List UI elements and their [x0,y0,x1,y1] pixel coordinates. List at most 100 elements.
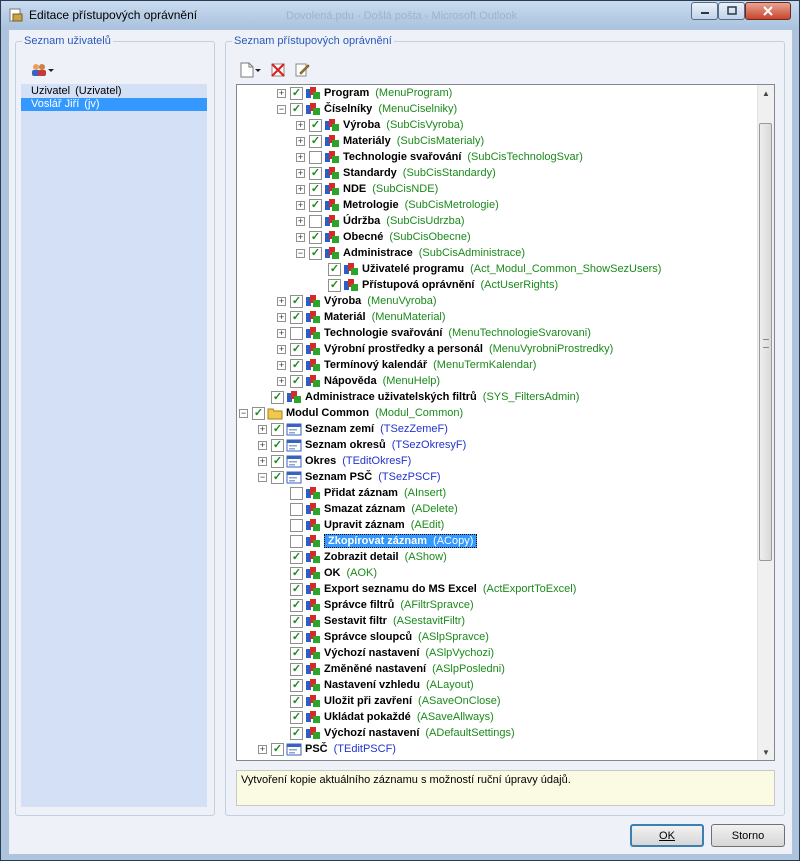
expand-icon[interactable]: + [296,232,305,242]
checkbox-checked[interactable]: ✓ [290,694,303,708]
checkbox-checked[interactable]: ✓ [328,262,341,276]
tree-node[interactable]: + ✓ Výroba (MenuVyroba) [277,293,437,309]
checkbox-checked[interactable]: ✓ [328,278,341,292]
checkbox-unchecked[interactable] [290,486,303,500]
checkbox-checked[interactable]: ✓ [309,230,322,244]
tree-node[interactable]: + Technologie svařování (SubCisTechnologSv… [296,149,583,165]
user-row[interactable]: Uzivatel (Uzivatel) [21,85,207,98]
tree-node[interactable]: + ✓ Seznam zemí (TSezZemeF) [258,421,448,437]
users-list[interactable]: Uzivatel (Uzivatel) Voslář Jiří (jv) [21,84,207,807]
expand-icon[interactable]: + [296,152,305,162]
expand-icon[interactable]: + [258,744,267,754]
tree-node[interactable]: + ✓ Výroba (SubCisVyroba) [296,117,464,133]
expand-icon[interactable]: + [277,376,286,386]
scroll-thumb[interactable] [759,123,772,561]
expand-icon[interactable]: + [277,88,286,98]
new-permission-button[interactable] [240,61,262,79]
checkbox-checked[interactable]: ✓ [290,294,303,308]
tree-node[interactable]: ✓ Změněné nastavení (ASlpPosledni) [277,661,505,677]
expand-icon[interactable]: + [277,360,286,370]
expand-icon[interactable]: + [277,312,286,322]
close-button[interactable] [745,2,791,20]
tree-node[interactable]: Upravit záznam (AEdit) [277,517,444,533]
tree-node[interactable]: + ✓ PSČ (TEditPSCF) [258,741,396,757]
tree-node[interactable]: Přidat záznam (AInsert) [277,485,446,501]
checkbox-checked[interactable]: ✓ [290,582,303,596]
checkbox-checked[interactable]: ✓ [290,662,303,676]
collapse-icon[interactable]: − [277,104,286,114]
tree-node[interactable]: Smazat záznam (ADelete) [277,501,458,517]
checkbox-checked[interactable]: ✓ [290,598,303,612]
tree-node[interactable]: + ✓ Obecné (SubCisObecne) [296,229,471,245]
expand-icon[interactable]: + [277,296,286,306]
checkbox-checked[interactable]: ✓ [290,86,303,100]
collapse-icon[interactable]: − [239,408,248,418]
tree-node[interactable]: ✓ Výchozí nastavení (ADefaultSettings) [277,725,515,741]
tree-node[interactable]: ✓ Správce sloupců (ASlpSpravce) [277,629,489,645]
tree-scrollbar[interactable]: ▲ ▼ [757,85,774,760]
checkbox-checked[interactable]: ✓ [309,118,322,132]
checkbox-checked[interactable]: ✓ [290,566,303,580]
tree-node[interactable]: ✓ Správce filtrů (AFiltrSpravce) [277,597,474,613]
expand-icon[interactable]: + [296,168,305,178]
checkbox-checked[interactable]: ✓ [290,102,303,116]
tree-node[interactable]: + ✓ Standardy (SubCisStandardy) [296,165,496,181]
tree-node[interactable]: + ✓ Okres (TEditOkresF) [258,453,411,469]
user-menu-button[interactable] [31,61,55,79]
scroll-down-arrow-icon[interactable]: ▼ [758,744,774,760]
tree-node[interactable]: + ✓ Materiál (MenuMaterial) [277,309,446,325]
checkbox-checked[interactable]: ✓ [290,342,303,356]
checkbox-unchecked[interactable] [290,518,303,532]
checkbox-unchecked[interactable] [290,502,303,516]
expand-icon[interactable]: + [258,424,267,434]
checkbox-unchecked[interactable] [290,326,303,340]
checkbox-unchecked[interactable] [290,534,303,548]
collapse-icon[interactable]: − [258,472,267,482]
checkbox-checked[interactable]: ✓ [290,374,303,388]
ok-button[interactable]: OK [630,824,704,847]
tree-node[interactable]: − ✓ Administrace (SubCisAdministrace) [296,245,525,261]
scroll-up-arrow-icon[interactable]: ▲ [758,85,774,101]
checkbox-unchecked[interactable] [309,214,322,228]
tree-node[interactable]: ✓ Ukládat pokaždé (ASaveAllways) [277,709,494,725]
expand-icon[interactable]: + [296,136,305,146]
tree-node[interactable]: + ✓ NDE (SubCisNDE) [296,181,438,197]
expand-icon[interactable]: + [296,200,305,210]
minimize-button[interactable] [691,2,718,20]
checkbox-checked[interactable]: ✓ [309,182,322,196]
tree-node[interactable]: − ✓ Číselníky (MenuCiselniky) [277,101,457,117]
tree-node[interactable]: Zkopírovat záznam (ACopy) [277,533,478,549]
checkbox-checked[interactable]: ✓ [309,134,322,148]
tree-node[interactable]: + ✓ Nápověda (MenuHelp) [277,373,440,389]
title-bar[interactable]: Editace přístupových oprávnění Dovolená.… [1,1,799,29]
cancel-button[interactable]: Storno [711,824,785,847]
user-row[interactable]: Voslář Jiří (jv) [21,98,207,111]
checkbox-checked[interactable]: ✓ [290,614,303,628]
tree-node[interactable]: ✓ Uložit při zavření (ASaveOnClose) [277,693,501,709]
checkbox-checked[interactable]: ✓ [290,550,303,564]
checkbox-checked[interactable]: ✓ [309,198,322,212]
tree-node[interactable]: − ✓ Modul Common (Modul_Common) [239,405,463,421]
expand-icon[interactable]: + [277,328,286,338]
tree-node[interactable]: ✓ Přístupová oprávnění (ActUserRights) [315,277,558,293]
tree-node[interactable]: ✓ Sestavit filtr (ASestavitFiltr) [277,613,465,629]
tree-node[interactable]: + ✓ Termínový kalendář (MenuTermKalendar) [277,357,536,373]
tree-node[interactable]: + ✓ Výrobní prostředky a personál (MenuVyro… [277,341,613,357]
expand-icon[interactable]: + [277,344,286,354]
tree-node[interactable]: ✓ Nastavení vzhledu (ALayout) [277,677,474,693]
checkbox-checked[interactable]: ✓ [309,166,322,180]
checkbox-checked[interactable]: ✓ [271,422,284,436]
permissions-tree[interactable]: + ✓ Program (MenuProgram) − ✓ Číselníky (MenuCi… [236,84,775,761]
tree-node[interactable]: + ✓ Materiály (SubCisMaterialy) [296,133,484,149]
tree-node[interactable]: ✓ Zobrazit detail (AShow) [277,549,447,565]
tree-node[interactable]: ✓ OK (AOK) [277,565,377,581]
tree-node[interactable]: + ✓ Program (MenuProgram) [277,85,452,101]
checkbox-checked[interactable]: ✓ [309,246,322,260]
checkbox-checked[interactable]: ✓ [290,726,303,740]
checkbox-checked[interactable]: ✓ [290,678,303,692]
tree-node[interactable]: + Údržba (SubCisUdrzba) [296,213,465,229]
checkbox-checked[interactable]: ✓ [290,358,303,372]
checkbox-checked[interactable]: ✓ [271,438,284,452]
checkbox-checked[interactable]: ✓ [271,454,284,468]
checkbox-checked[interactable]: ✓ [271,470,284,484]
